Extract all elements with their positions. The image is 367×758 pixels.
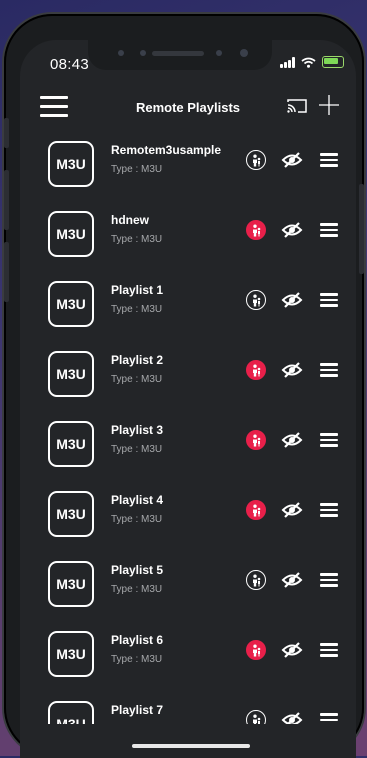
- drag-handle-icon[interactable]: [320, 643, 338, 657]
- drag-handle-icon[interactable]: [320, 503, 338, 517]
- eye-slash-icon[interactable]: [281, 431, 303, 449]
- eye-slash-icon[interactable]: [281, 151, 303, 169]
- playlist-type: Type : M3U: [111, 234, 163, 245]
- playlist-name: Playlist 1: [111, 283, 164, 297]
- eye-slash-icon[interactable]: [281, 291, 303, 309]
- m3u-badge: M3U: [48, 281, 94, 327]
- eye-slash-icon[interactable]: [281, 501, 303, 519]
- list-item[interactable]: M3U Playlist 4 Type : M3U: [20, 484, 356, 554]
- list-item[interactable]: M3U Playlist 1 Type : M3U: [20, 274, 356, 344]
- list-item[interactable]: M3U Playlist 2 Type : M3U: [20, 344, 356, 414]
- playlist-name: hdnew: [111, 213, 149, 227]
- battery-icon: [322, 56, 344, 68]
- m3u-badge: M3U: [48, 211, 94, 257]
- eye-slash-icon[interactable]: [281, 361, 303, 379]
- child-icon[interactable]: [246, 150, 266, 170]
- m3u-badge: M3U: [48, 631, 94, 677]
- playlist-name: Playlist 4: [111, 493, 164, 507]
- home-indicator[interactable]: [132, 744, 250, 748]
- wifi-icon: [301, 57, 316, 68]
- list-item[interactable]: M3U hdnew Type : M3U: [20, 204, 356, 274]
- child-icon[interactable]: [246, 500, 266, 520]
- sensor-icon: [118, 50, 124, 56]
- child-icon[interactable]: [246, 220, 266, 240]
- playlist-name: Remotem3usample: [111, 143, 222, 157]
- playlist-name: Playlist 3: [111, 423, 164, 437]
- speaker-grille: [152, 51, 204, 56]
- phone-frame: 08:43 Remote Playlists M3U Remotem3usamp…: [4, 14, 364, 758]
- notch: [88, 40, 272, 70]
- m3u-badge: M3U: [48, 141, 94, 187]
- plus-icon[interactable]: [318, 94, 340, 116]
- eye-slash-icon[interactable]: [281, 571, 303, 589]
- drag-handle-icon[interactable]: [320, 363, 338, 377]
- drag-handle-icon[interactable]: [320, 573, 338, 587]
- child-icon[interactable]: [246, 570, 266, 590]
- m3u-badge: M3U: [48, 351, 94, 397]
- playlist-type: Type : M3U: [111, 374, 163, 385]
- playlist-type: Type : M3U: [111, 304, 163, 315]
- cast-icon[interactable]: [286, 98, 308, 114]
- sensor-icon: [140, 50, 146, 56]
- playlist-name: Playlist 2: [111, 353, 164, 367]
- app-header: Remote Playlists: [20, 92, 356, 132]
- child-icon[interactable]: [246, 640, 266, 660]
- status-time: 08:43: [50, 56, 90, 73]
- playlist-type: Type : M3U: [111, 444, 163, 455]
- list-item[interactable]: M3U Playlist 3 Type : M3U: [20, 414, 356, 484]
- drag-handle-icon[interactable]: [320, 223, 338, 237]
- drag-handle-icon[interactable]: [320, 153, 338, 167]
- playlist-type: Type : M3U: [111, 654, 163, 665]
- volume-up-button: [4, 170, 9, 230]
- playlist-type: Type : M3U: [111, 514, 163, 525]
- power-button: [359, 184, 364, 274]
- drag-handle-icon[interactable]: [320, 433, 338, 447]
- mute-switch: [4, 118, 9, 148]
- status-icons: [280, 56, 344, 68]
- m3u-badge: M3U: [48, 491, 94, 537]
- m3u-badge: M3U: [48, 561, 94, 607]
- list-item[interactable]: M3U Playlist 5 Type : M3U: [20, 554, 356, 624]
- m3u-badge: M3U: [48, 421, 94, 467]
- front-camera-icon: [240, 49, 248, 57]
- volume-down-button: [4, 242, 9, 302]
- playlist-name: Playlist 6: [111, 633, 164, 647]
- list-item[interactable]: M3U Remotem3usample Type : M3U: [20, 134, 356, 204]
- status-bar: 08:43: [20, 40, 356, 84]
- sensor-icon: [216, 50, 222, 56]
- playlist-type: Type : M3U: [111, 584, 163, 595]
- eye-slash-icon[interactable]: [281, 221, 303, 239]
- child-icon[interactable]: [246, 290, 266, 310]
- list-item[interactable]: M3U Playlist 6 Type : M3U: [20, 624, 356, 694]
- playlist-name: Playlist 7: [111, 703, 164, 717]
- playlist-name: Playlist 5: [111, 563, 164, 577]
- bottom-bar: [20, 724, 356, 758]
- child-icon[interactable]: [246, 360, 266, 380]
- drag-handle-icon[interactable]: [320, 293, 338, 307]
- eye-slash-icon[interactable]: [281, 641, 303, 659]
- child-icon[interactable]: [246, 430, 266, 450]
- playlist-type: Type : M3U: [111, 164, 163, 175]
- app-screen: 08:43 Remote Playlists M3U Remotem3usamp…: [20, 40, 356, 758]
- signal-icon: [280, 56, 295, 68]
